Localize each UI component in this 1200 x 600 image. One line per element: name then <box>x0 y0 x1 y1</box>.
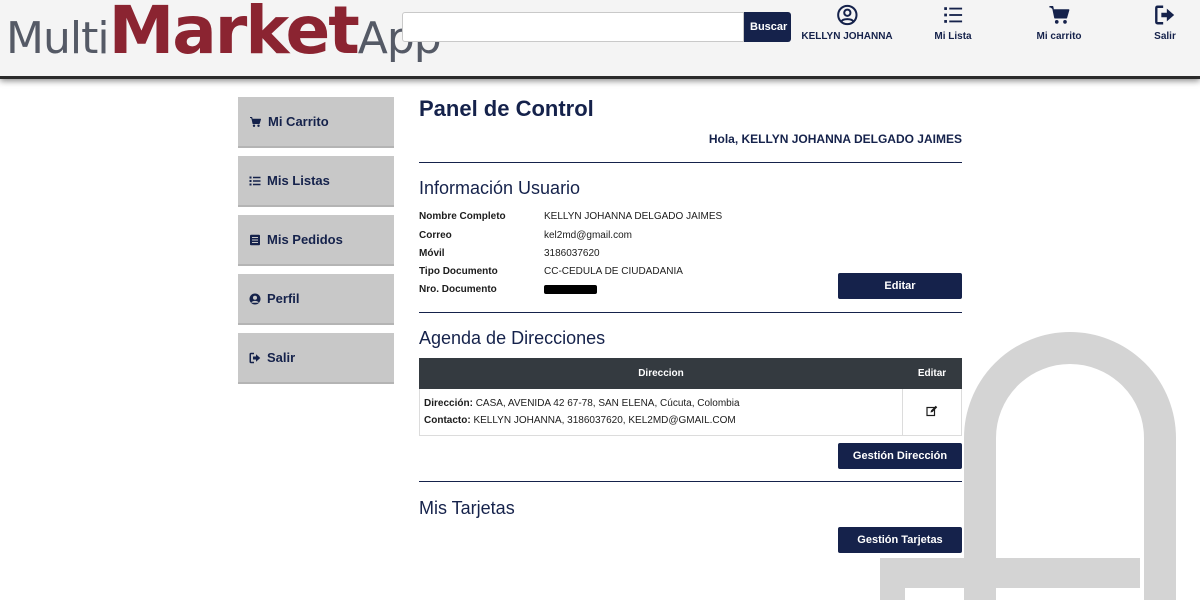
sidebar-item-label: Mi Carrito <box>268 114 329 129</box>
nav-my-list-label: Mi Lista <box>934 31 972 42</box>
sidebar-item-label: Mis Pedidos <box>267 232 343 247</box>
address-table: Direccion Editar Dirección: CASA, AVENID… <box>419 358 962 436</box>
sign-out-icon <box>1155 5 1175 25</box>
divider <box>419 481 962 482</box>
manage-address-button[interactable]: Gestión Dirección <box>838 443 962 469</box>
sidebar-item-profile[interactable]: Perfil <box>238 274 394 325</box>
table-row: Dirección: CASA, AVENIDA 42 67-78, SAN E… <box>419 388 962 436</box>
column-header-edit: Editar <box>902 358 962 389</box>
page-title: Panel de Control <box>419 96 594 121</box>
nav-user-label: KELLYN JOHANNA <box>801 31 893 42</box>
user-info-title: Información Usuario <box>419 178 581 198</box>
app-logo[interactable]: MultiMarketApp <box>6 0 442 72</box>
sidebar-item-lists[interactable]: Mis Listas <box>238 156 394 207</box>
sidebar-item-cart[interactable]: Mi Carrito <box>238 97 394 148</box>
nav-logout[interactable]: Salir <box>1154 4 1176 54</box>
sidebar-item-logout[interactable]: Salir <box>238 333 394 384</box>
info-value: CC-CEDULA DE CIUDADANIA <box>544 266 683 277</box>
address-line: Dirección: CASA, AVENIDA 42 67-78, SAN E… <box>424 395 898 412</box>
table-header-row: Direccion Editar <box>419 358 962 389</box>
nav-user-account[interactable]: KELLYN JOHANNA <box>801 4 893 54</box>
logo-market-text: Market <box>108 0 360 69</box>
nav-logout-label: Salir <box>1154 31 1176 42</box>
info-label: Móvil <box>419 248 445 259</box>
nav-my-cart[interactable]: Mi carrito <box>1036 4 1082 54</box>
nav-my-cart-label: Mi carrito <box>1036 31 1082 42</box>
user-circle-icon <box>249 293 261 304</box>
sidebar-item-label: Salir <box>267 350 296 365</box>
sidebar-item-label: Perfil <box>267 291 300 306</box>
list-icon <box>943 7 962 23</box>
divider <box>419 162 962 163</box>
info-label: Nombre Completo <box>419 211 506 222</box>
edit-user-button[interactable]: Editar <box>838 273 962 299</box>
greeting-text: Hola, KELLYN JOHANNA DELGADO JAIMES <box>708 132 962 146</box>
info-label: Tipo Documento <box>419 266 498 277</box>
info-value: KELLYN JOHANNA DELGADO JAIMES <box>544 211 723 222</box>
manage-cards-button[interactable]: Gestión Tarjetas <box>838 527 962 553</box>
my-cards-title: Mis Tarjetas <box>419 498 515 518</box>
redacted-document-number <box>544 285 597 294</box>
edit-address-cell <box>902 388 962 436</box>
edit-icon[interactable] <box>926 405 938 417</box>
top-header: MultiMarketApp Buscar KELLYN JOHANNA Mi … <box>0 0 1200 79</box>
cart-icon <box>250 116 261 127</box>
nav-my-list[interactable]: Mi Lista <box>934 4 972 54</box>
search-input[interactable] <box>402 12 744 42</box>
logo-multi-text: Multi <box>6 13 110 64</box>
address-value: CASA, AVENIDA 42 67-78, SAN ELENA, Cúcut… <box>475 398 740 409</box>
list-icon <box>249 176 261 185</box>
divider <box>419 312 962 313</box>
sign-out-icon <box>249 352 261 363</box>
address-book-title: Agenda de Direcciones <box>419 328 606 348</box>
cart-icon <box>1048 6 1069 24</box>
search-button[interactable]: Buscar <box>744 12 791 42</box>
column-header-address: Direccion <box>419 358 903 389</box>
address-cell: Dirección: CASA, AVENIDA 42 67-78, SAN E… <box>419 388 903 436</box>
info-label: Correo <box>419 230 452 241</box>
sidebar-item-orders[interactable]: Mis Pedidos <box>238 215 394 266</box>
info-value: 3186037620 <box>544 248 600 259</box>
contact-value: KELLYN JOHANNA, 3186037620, KEL2MD@GMAIL… <box>473 415 736 426</box>
contact-key: Contacto: <box>424 415 471 426</box>
info-value: kel2md@gmail.com <box>544 230 632 241</box>
document-icon <box>250 234 260 245</box>
info-label: Nro. Documento <box>419 284 497 295</box>
user-circle-icon <box>836 4 858 26</box>
address-key: Dirección: <box>424 398 473 409</box>
contact-line: Contacto: KELLYN JOHANNA, 3186037620, KE… <box>424 412 898 429</box>
sidebar-item-label: Mis Listas <box>267 173 330 188</box>
